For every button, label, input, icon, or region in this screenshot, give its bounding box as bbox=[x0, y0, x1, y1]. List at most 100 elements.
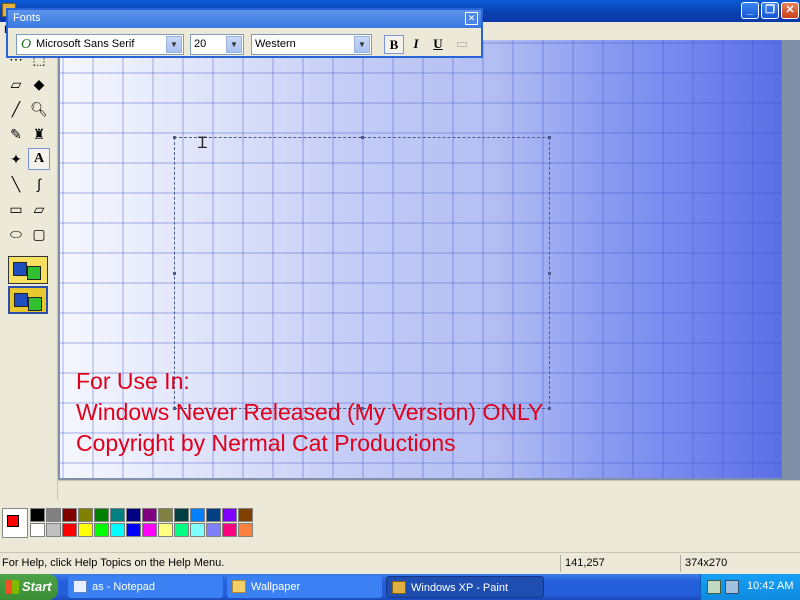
text-tool-icon[interactable]: A bbox=[28, 148, 50, 170]
toolbox: ⋯ ⬚ ▱ ◆ ╱ 🔍︎ ✎ ♜ ✦ A ╲ ∫ ▭ ▱ ⬭ ▢ bbox=[0, 40, 58, 500]
close-button[interactable]: ✕ bbox=[781, 2, 799, 19]
color-swatch[interactable] bbox=[78, 508, 93, 522]
color-swatch[interactable] bbox=[62, 508, 77, 522]
color-swatch[interactable] bbox=[46, 523, 61, 537]
minimize-button[interactable]: _ bbox=[741, 2, 759, 19]
handle-bottom-right[interactable] bbox=[548, 407, 551, 410]
color-swatch[interactable] bbox=[222, 508, 237, 522]
taskbar: Start as - Notepad Wallpaper Windows XP … bbox=[0, 574, 800, 600]
color-swatch[interactable] bbox=[126, 523, 141, 537]
handle-top-middle[interactable] bbox=[361, 136, 364, 139]
color-swatch[interactable] bbox=[94, 523, 109, 537]
chevron-down-icon[interactable]: ▼ bbox=[226, 36, 242, 53]
handle-middle-left[interactable] bbox=[173, 272, 176, 275]
color-swatch[interactable] bbox=[142, 508, 157, 522]
opaque-background-option[interactable] bbox=[8, 256, 48, 284]
fill-bucket-icon[interactable]: ◆ bbox=[28, 73, 50, 95]
opentype-font-icon: O bbox=[21, 37, 32, 52]
opaque-swatch-a bbox=[13, 262, 27, 276]
volume-icon[interactable] bbox=[725, 580, 739, 594]
color-swatch[interactable] bbox=[238, 523, 253, 537]
vertical-text-icon: ▭ bbox=[455, 36, 469, 51]
script-select[interactable]: Western ▼ bbox=[251, 34, 372, 55]
clock[interactable]: 10:42 AM bbox=[747, 580, 793, 592]
transparent-swatch-b bbox=[28, 297, 42, 311]
eraser-icon[interactable]: ▱ bbox=[5, 73, 27, 95]
color-swatch[interactable] bbox=[110, 508, 125, 522]
color-swatch[interactable] bbox=[110, 523, 125, 537]
canvas-area[interactable]: Ɪ For Use In: Windows Never Released (My… bbox=[58, 40, 800, 480]
wallpaper-image[interactable]: Ɪ For Use In: Windows Never Released (My… bbox=[60, 40, 782, 478]
i-beam-cursor-icon: Ɪ bbox=[198, 135, 207, 152]
pencil-icon[interactable]: ✎ bbox=[5, 123, 27, 145]
network-icon[interactable] bbox=[707, 580, 721, 594]
brush-icon[interactable]: ♜ bbox=[28, 123, 50, 145]
task-wallpaper[interactable]: Wallpaper bbox=[227, 576, 382, 598]
color-swatch[interactable] bbox=[190, 523, 205, 537]
color-swatch[interactable] bbox=[30, 523, 45, 537]
font-name-value: Microsoft Sans Serif bbox=[36, 38, 135, 50]
color-swatch[interactable] bbox=[206, 508, 221, 522]
status-selection-size: 374x270 bbox=[680, 555, 798, 572]
handle-top-left[interactable] bbox=[173, 136, 176, 139]
script-value: Western bbox=[255, 38, 296, 50]
color-swatch[interactable] bbox=[126, 508, 141, 522]
fonts-toolbar: Fonts ✕ Microsoft Sans Serif O ▼ 20 ▼ We… bbox=[6, 8, 483, 58]
airbrush-icon[interactable]: ✦ bbox=[5, 148, 27, 170]
color-swatch[interactable] bbox=[174, 523, 189, 537]
underline-button[interactable]: U bbox=[428, 35, 448, 54]
rounded-rect-icon[interactable]: ▢ bbox=[28, 223, 50, 245]
color-swatch[interactable] bbox=[30, 508, 45, 522]
status-help-text: For Help, click Help Topics on the Help … bbox=[2, 557, 225, 569]
paint-icon bbox=[392, 581, 406, 594]
canvas-text-line-3: Copyright by Nermal Cat Productions bbox=[76, 430, 456, 456]
bold-button[interactable]: B bbox=[384, 35, 404, 54]
transparent-swatch-a bbox=[14, 293, 28, 307]
font-name-select[interactable]: Microsoft Sans Serif O ▼ bbox=[16, 34, 184, 55]
chevron-down-icon[interactable]: ▼ bbox=[354, 36, 370, 53]
task-paint[interactable]: Windows XP - Paint bbox=[386, 576, 544, 598]
handle-middle-right[interactable] bbox=[548, 272, 551, 275]
horizontal-scrollbar[interactable] bbox=[58, 480, 800, 500]
folder-icon bbox=[232, 580, 246, 593]
task-paint-label: Windows XP - Paint bbox=[411, 582, 509, 594]
color-swatch[interactable] bbox=[222, 523, 237, 537]
foreground-color[interactable] bbox=[7, 515, 19, 527]
fonts-titlebar[interactable]: Fonts ✕ bbox=[8, 10, 481, 28]
task-notepad-label: as - Notepad bbox=[92, 581, 155, 593]
color-swatch[interactable] bbox=[174, 508, 189, 522]
ellipse-icon[interactable]: ⬭ bbox=[5, 223, 27, 245]
chevron-down-icon[interactable]: ▼ bbox=[166, 36, 182, 53]
fonts-title: Fonts bbox=[13, 12, 41, 24]
color-swatch[interactable] bbox=[206, 523, 221, 537]
italic-button[interactable]: I bbox=[406, 35, 426, 54]
current-colors[interactable] bbox=[2, 508, 28, 538]
polygon-icon[interactable]: ▱ bbox=[28, 198, 50, 220]
opaque-swatch-b bbox=[27, 266, 41, 280]
transparent-background-option[interactable] bbox=[8, 286, 48, 314]
color-swatch[interactable] bbox=[94, 508, 109, 522]
color-picker-icon[interactable]: ╱ bbox=[5, 98, 27, 120]
color-swatch[interactable] bbox=[142, 523, 157, 537]
color-swatch[interactable] bbox=[158, 508, 173, 522]
color-swatch[interactable] bbox=[62, 523, 77, 537]
maximize-button[interactable]: ❐ bbox=[761, 2, 779, 19]
canvas-text: For Use In: Windows Never Released (My V… bbox=[76, 366, 543, 459]
color-swatch[interactable] bbox=[78, 523, 93, 537]
fonts-close-button[interactable]: ✕ bbox=[465, 12, 478, 25]
magnifier-icon[interactable]: 🔍︎ bbox=[28, 98, 50, 120]
color-swatch[interactable] bbox=[158, 523, 173, 537]
color-swatch[interactable] bbox=[46, 508, 61, 522]
line-icon[interactable]: ╲ bbox=[5, 173, 27, 195]
rectangle-icon[interactable]: ▭ bbox=[5, 198, 27, 220]
handle-top-right[interactable] bbox=[548, 136, 551, 139]
color-swatch[interactable] bbox=[190, 508, 205, 522]
color-swatch[interactable] bbox=[238, 508, 253, 522]
start-button[interactable]: Start bbox=[0, 574, 58, 600]
curve-icon[interactable]: ∫ bbox=[28, 173, 50, 195]
task-notepad[interactable]: as - Notepad bbox=[68, 576, 223, 598]
font-size-select[interactable]: 20 ▼ bbox=[190, 34, 244, 55]
system-tray: 10:42 AM bbox=[700, 574, 800, 600]
font-size-value: 20 bbox=[194, 38, 207, 50]
start-label: Start bbox=[22, 579, 52, 594]
